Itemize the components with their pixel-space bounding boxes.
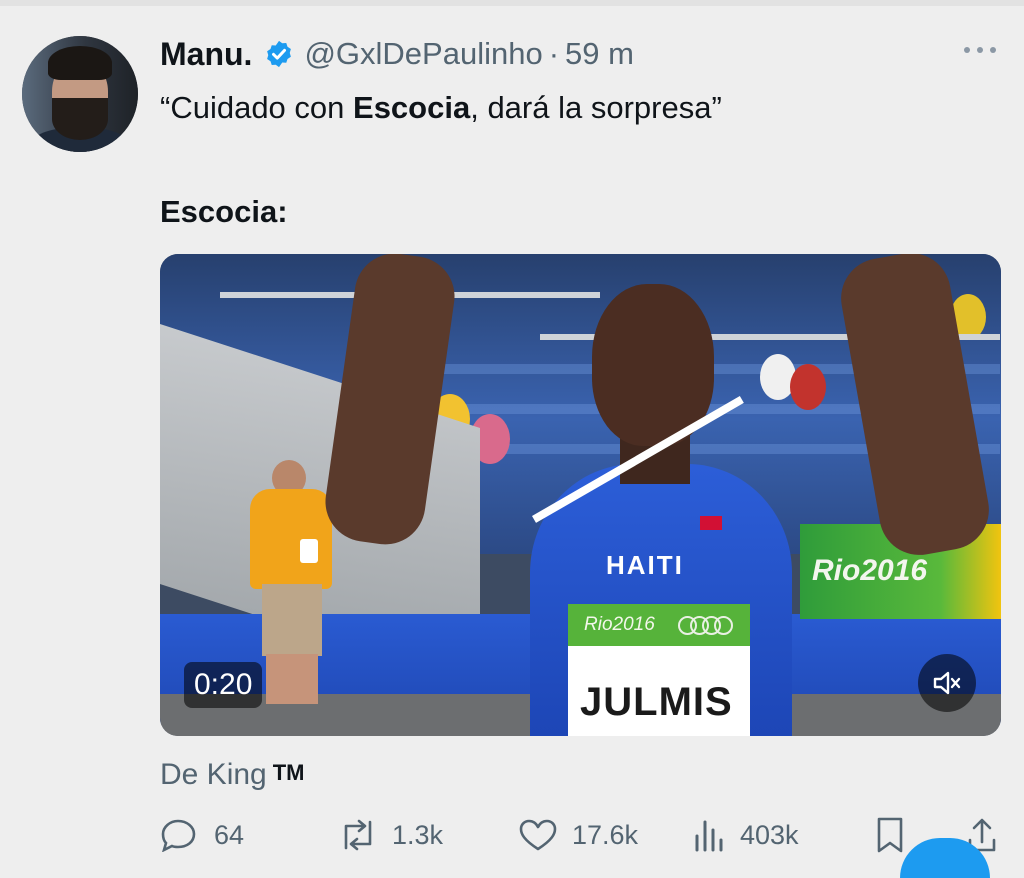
trademark-mark: TM [272, 760, 305, 785]
tweet-text-line-2: Escocia: [160, 194, 288, 229]
more-icon[interactable] [962, 38, 998, 62]
mute-button[interactable] [918, 654, 976, 712]
view-count: 403k [740, 819, 799, 850]
tweet-time[interactable]: 59 m [565, 36, 634, 72]
views-button[interactable]: 403k [692, 816, 799, 854]
top-divider [0, 0, 1024, 6]
views-icon [695, 820, 723, 852]
video-player[interactable]: Rio2016 HAITI Rio2016 JULMIS 0:20 [160, 254, 1001, 736]
avatar[interactable] [22, 36, 138, 152]
author-handle[interactable]: @GxlDePaulinho [304, 36, 542, 72]
flag-patch [700, 516, 722, 530]
repost-count: 1.3k [392, 819, 444, 850]
separator-dot: · [548, 36, 560, 71]
author-name[interactable]: Manu. [160, 36, 252, 73]
source-label[interactable]: De King TM [160, 758, 305, 792]
tweet-header: Manu. @GxlDePaulinho · 59 m [160, 32, 634, 76]
official-legs [262, 584, 322, 656]
video-duration: 0:20 [184, 662, 263, 708]
singlet-text: HAITI [606, 550, 684, 580]
spectator [790, 364, 826, 410]
avatar-beard [52, 98, 108, 140]
like-icon [519, 819, 557, 851]
official-shins [266, 654, 318, 704]
ring [714, 616, 733, 635]
text-suffix: , dará la sorpresa” [470, 90, 722, 125]
reply-button[interactable]: 64 [160, 816, 244, 854]
like-count: 17.6k [572, 819, 639, 850]
repost-icon [344, 819, 372, 851]
more-dot [990, 47, 996, 53]
tweet-text-line-1: “Cuidado con Escocia, dará la sorpresa” [160, 88, 722, 128]
reply-count: 64 [214, 819, 245, 850]
verified-badge-icon [267, 40, 292, 68]
text-bold: Escocia [353, 90, 471, 125]
more-dot [977, 47, 983, 53]
text-prefix: “Cuidado con [160, 90, 354, 125]
bib-name: JULMIS [580, 680, 733, 724]
bookmark-icon [877, 817, 903, 853]
like-button[interactable]: 17.6k [518, 816, 638, 854]
official-body [250, 489, 332, 589]
mute-icon [933, 671, 961, 695]
bib-event: Rio2016 [584, 614, 655, 635]
board-text: Rio2016 [812, 554, 928, 587]
repost-button[interactable]: 1.3k [338, 816, 443, 854]
source-text: De King [160, 758, 267, 791]
avatar-hair [48, 46, 112, 80]
reply-icon [161, 819, 196, 852]
more-dot [964, 47, 970, 53]
action-bar: 64 1.3k 17.6k 403k [160, 816, 1010, 854]
official-badge [300, 539, 318, 563]
olympic-rings-icon [678, 616, 733, 636]
